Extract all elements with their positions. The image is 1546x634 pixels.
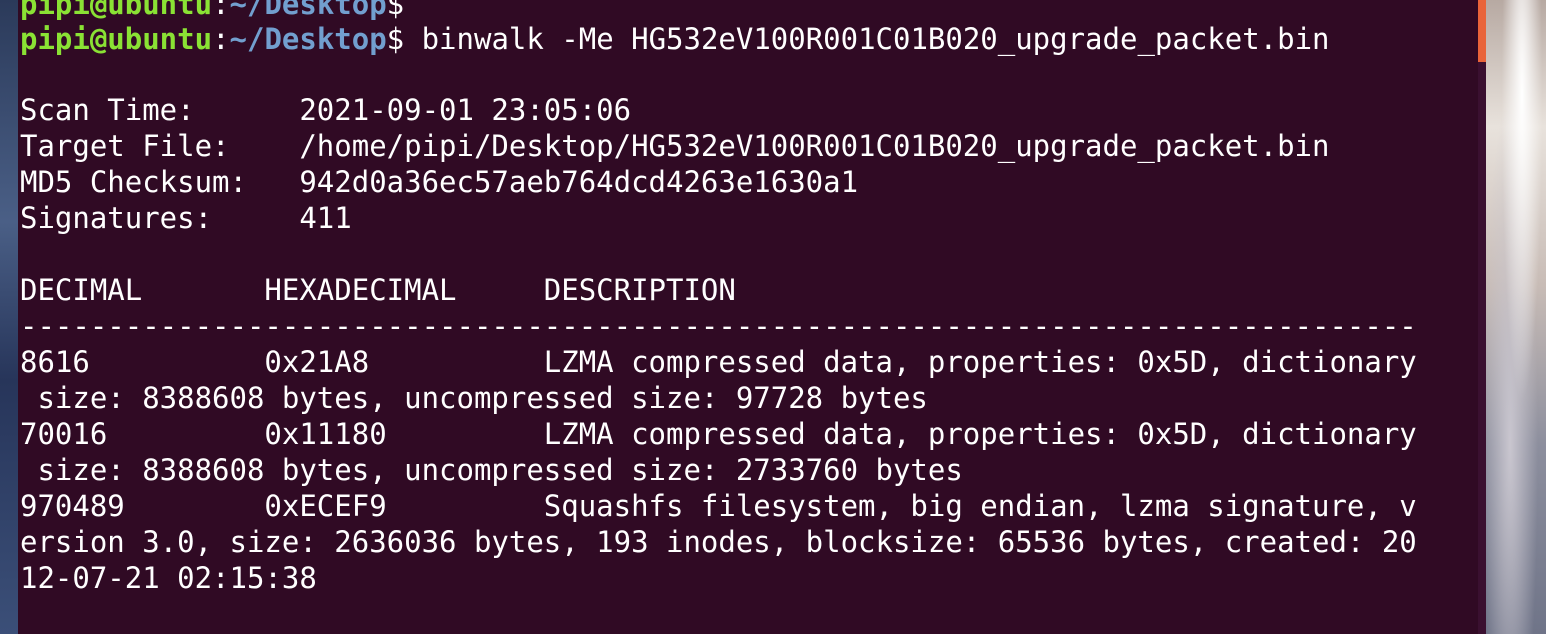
prompt-symbol: $ xyxy=(386,22,405,56)
prompt-symbol: $ xyxy=(386,0,405,21)
output-line: size: 8388608 bytes, uncompressed size: … xyxy=(20,453,963,487)
target-file-line: Target File: /home/pipi/Desktop/HG532eV1… xyxy=(20,129,1330,163)
command-line: pipi@ubuntu:~/Desktop$ binwalk -Me HG532… xyxy=(20,21,1330,57)
command-text: binwalk -Me HG532eV100R001C01B020_upgrad… xyxy=(404,22,1330,56)
terminal-scrollbar[interactable] xyxy=(1478,0,1486,634)
prompt-separator: : xyxy=(212,22,230,56)
signatures-line: Signatures: 411 xyxy=(20,201,352,235)
scrollbar-thumb[interactable] xyxy=(1478,0,1486,62)
output-line: 70016 0x11180 LZMA compressed data, prop… xyxy=(20,417,1417,451)
table-separator: ----------------------------------------… xyxy=(20,309,1417,343)
output-line: ersion 3.0, size: 2636036 bytes, 193 ino… xyxy=(20,525,1417,559)
scan-time-line: Scan Time: 2021-09-01 23:05:06 xyxy=(20,93,632,127)
output-line: 970489 0xECEF9 Squashfs filesystem, big … xyxy=(20,489,1417,523)
prompt-path: ~/Desktop xyxy=(229,22,387,56)
desktop-wallpaper-left xyxy=(0,0,18,634)
output-line: 12-07-21 02:15:38 xyxy=(20,561,317,595)
desktop-wallpaper-right xyxy=(1486,0,1546,634)
md5-checksum-line: MD5 Checksum: 942d0a36ec57aeb764dcd4263e… xyxy=(20,165,859,199)
output-line: size: 8388608 bytes, uncompressed size: … xyxy=(20,381,928,415)
output-line: 8616 0x21A8 LZMA compressed data, proper… xyxy=(20,345,1417,379)
prompt-path: ~/Desktop xyxy=(229,0,387,21)
prompt-user: pipi@ubuntu xyxy=(20,0,213,21)
previous-prompt-line: pipi@ubuntu:~/Desktop$ xyxy=(20,0,404,22)
prompt-user: pipi@ubuntu xyxy=(20,22,213,56)
prompt-separator: : xyxy=(212,0,230,21)
terminal-window[interactable]: pipi@ubuntu:~/Desktop$ pipi@ubuntu:~/Des… xyxy=(18,0,1478,634)
table-header: DECIMAL HEXADECIMAL DESCRIPTION xyxy=(20,273,736,307)
